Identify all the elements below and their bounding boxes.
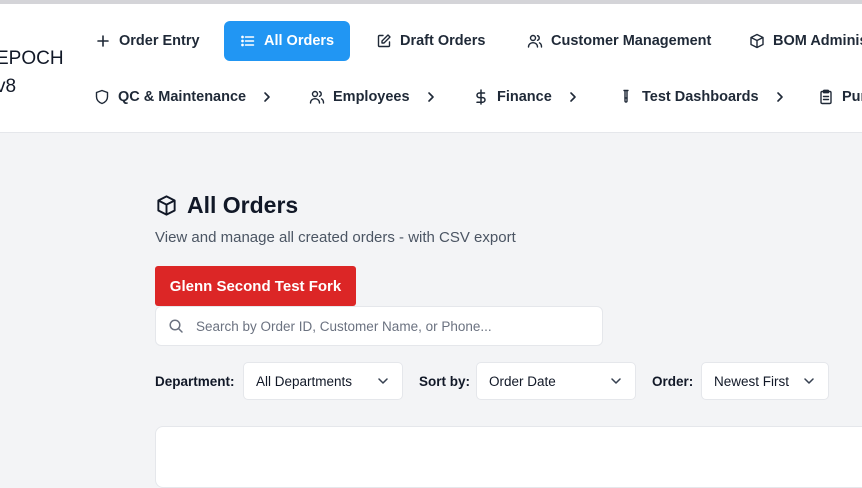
- page-header: All Orders: [155, 192, 298, 219]
- box-icon: [157, 195, 176, 216]
- nav-employees-label: Employees: [333, 89, 410, 105]
- nav-finance[interactable]: Finance: [473, 77, 580, 117]
- test-tube-icon: [623, 89, 629, 103]
- nav-purchasing-label: Pur: [842, 89, 862, 105]
- chevron-down-icon: [611, 378, 621, 384]
- users-icon: [527, 34, 543, 48]
- nav-finance-label: Finance: [497, 89, 552, 105]
- edit-icon: [377, 34, 391, 48]
- search-icon: [169, 319, 183, 333]
- department-select-value: All Departments: [256, 373, 353, 389]
- chevron-right-icon: [569, 92, 576, 102]
- brand-logo-text: EPOCH v8: [0, 45, 64, 101]
- nav-qc-maintenance-label: QC & Maintenance: [118, 89, 247, 105]
- order-label: Order:: [652, 374, 694, 389]
- nav-draft-orders-label: Draft Orders: [400, 33, 486, 49]
- page-title: All Orders: [187, 192, 299, 218]
- chevron-down-icon: [378, 378, 388, 384]
- search-input[interactable]: [194, 317, 588, 335]
- nav-all-orders-label: All Orders: [264, 33, 335, 49]
- box-icon: [750, 33, 764, 49]
- nav-purchasing[interactable]: Pur: [818, 77, 862, 117]
- nav-draft-orders[interactable]: Draft Orders: [376, 21, 485, 61]
- search-box: [155, 306, 603, 346]
- sort-by-select-value: Order Date: [489, 373, 556, 389]
- chevron-right-icon: [264, 92, 270, 102]
- order-select-value: Newest First: [714, 373, 790, 389]
- page-subtitle: View and manage all created orders - wit…: [155, 229, 516, 246]
- chevron-down-icon: [804, 378, 814, 384]
- nav-qc-maintenance[interactable]: QC & Maintenance: [94, 77, 274, 117]
- nav-employees[interactable]: Employees: [309, 77, 438, 117]
- department-select[interactable]: All Departments: [243, 362, 403, 400]
- orders-list-card: [155, 426, 862, 488]
- top-navigation: EPOCH v8 Order Entry All Orders Draft Or…: [0, 4, 862, 133]
- sort-by-label: Sort by:: [419, 374, 471, 389]
- shield-icon: [95, 89, 109, 105]
- department-label: Department:: [155, 374, 235, 389]
- nav-order-entry[interactable]: Order Entry: [95, 21, 200, 61]
- nav-test-dashboards[interactable]: Test Dashboards: [618, 77, 787, 117]
- brand-line-1: EPOCH: [0, 48, 64, 69]
- brand-line-2: v8: [0, 76, 17, 97]
- chevron-right-icon: [427, 92, 434, 102]
- chevron-right-icon: [776, 92, 783, 102]
- nav-order-entry-label: Order Entry: [119, 33, 200, 49]
- clipboard-icon: [820, 89, 832, 105]
- sort-by-select[interactable]: Order Date: [476, 362, 636, 400]
- order-select[interactable]: Newest First: [701, 362, 829, 400]
- nav-customer-management[interactable]: Customer Management: [527, 21, 711, 61]
- users-icon: [309, 90, 325, 104]
- list-icon: [241, 35, 255, 47]
- glenn-second-test-fork-button[interactable]: Glenn Second Test Fork: [155, 266, 356, 306]
- nav-all-orders[interactable]: All Orders: [224, 21, 351, 61]
- plus-icon: [97, 35, 109, 47]
- nav-bom-administration[interactable]: BOM Administ: [749, 21, 862, 61]
- nav-customer-management-label: Customer Management: [551, 33, 712, 49]
- nav-bom-administration-label: BOM Administ: [773, 33, 862, 49]
- filter-bar: Department: All Departments Sort by: Ord…: [155, 362, 862, 402]
- dollar-icon: [476, 89, 486, 105]
- nav-test-dashboards-label: Test Dashboards: [642, 89, 759, 105]
